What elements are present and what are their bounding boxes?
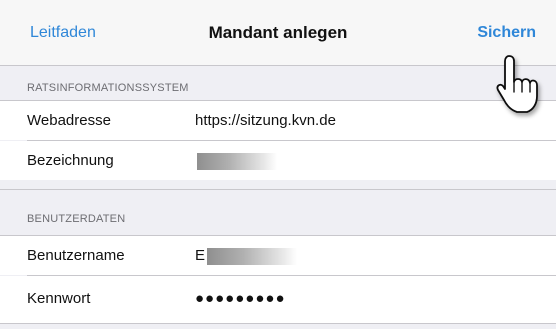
- webadresse-label: Webadresse: [27, 112, 111, 129]
- benutzername-field[interactable]: E: [195, 247, 205, 264]
- section-header-ratsinformationssystem: RATSINFORMATIONSSYSTEM: [0, 66, 556, 101]
- bezeichnung-row[interactable]: Bezeichnung: [0, 141, 556, 180]
- kennwort-label: Kennwort: [27, 290, 91, 307]
- page-title: Mandant anlegen: [208, 23, 348, 42]
- divider: [0, 323, 556, 324]
- hand-pointer-icon: [491, 52, 555, 120]
- password-field[interactable]: ●●●●●●●●●: [195, 290, 286, 307]
- screen: Leitfaden Mandant anlegen Sichern RATSIN…: [0, 0, 556, 329]
- navigation-bar: Leitfaden Mandant anlegen Sichern: [0, 0, 556, 66]
- webadresse-field[interactable]: https://sitzung.kvn.de: [195, 112, 336, 129]
- section-header-label: RATSINFORMATIONSSYSTEM: [27, 82, 189, 94]
- redacted-value: [207, 248, 297, 265]
- kennwort-row[interactable]: Kennwort ●●●●●●●●●: [0, 276, 556, 323]
- section-header-label: BENUTZERDATEN: [27, 213, 126, 225]
- bezeichnung-label: Bezeichnung: [27, 152, 114, 169]
- save-button[interactable]: Sichern: [477, 24, 536, 42]
- benutzername-label: Benutzername: [27, 247, 125, 264]
- benutzername-row[interactable]: Benutzername E: [0, 236, 556, 275]
- redacted-value: [197, 153, 277, 170]
- section-header-benutzerdaten: BENUTZERDATEN: [0, 190, 556, 235]
- webadresse-row[interactable]: Webadresse https://sitzung.kvn.de: [0, 101, 556, 140]
